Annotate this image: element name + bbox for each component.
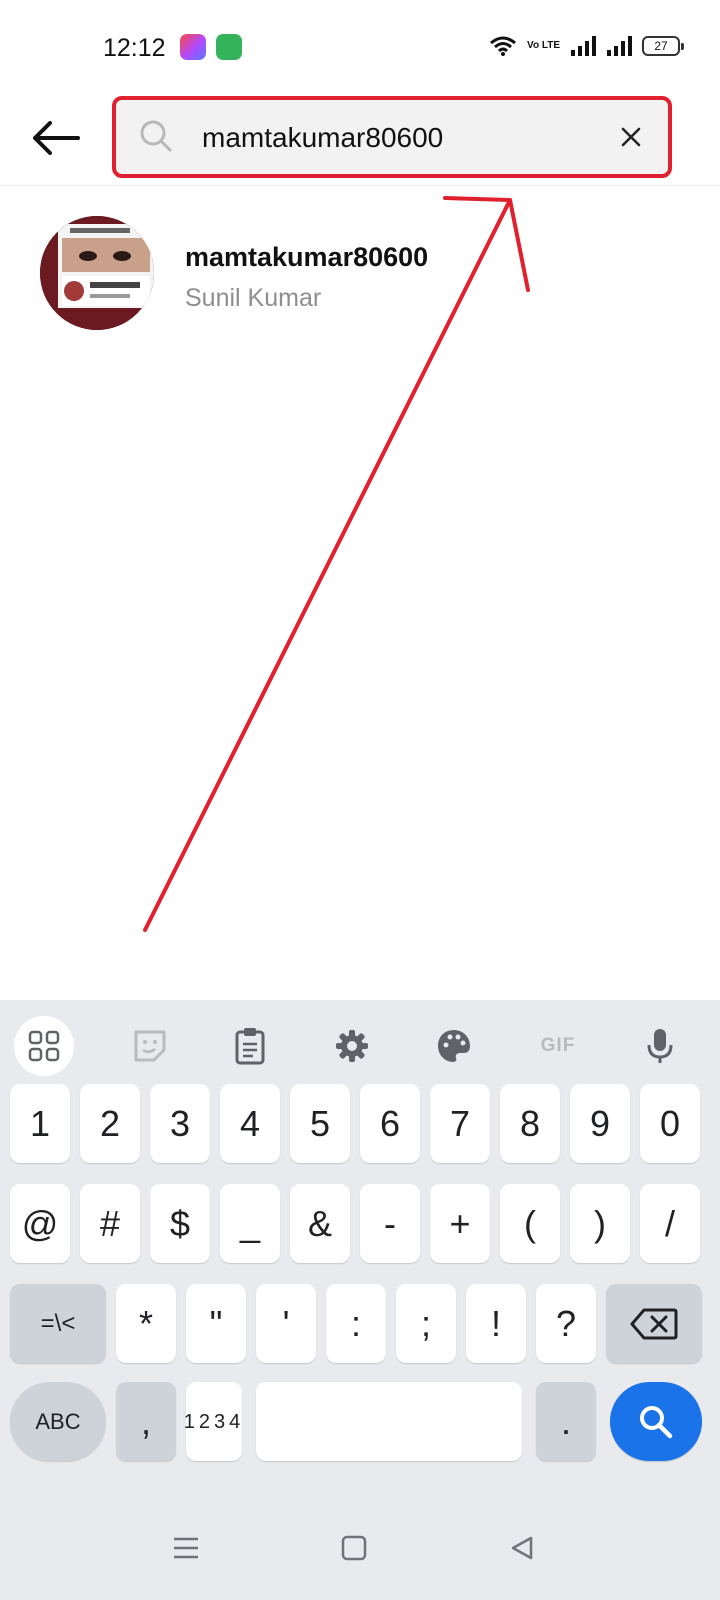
search-icon (140, 120, 172, 152)
menu-icon (174, 1537, 198, 1559)
back-button[interactable] (28, 110, 84, 166)
search-submit-key[interactable] (610, 1382, 702, 1461)
search-icon (640, 1405, 673, 1438)
space-key[interactable] (256, 1382, 522, 1461)
key-4[interactable]: 4 (220, 1084, 280, 1163)
back-arrow-icon (33, 121, 80, 155)
search-input[interactable]: mamtakumar80600 (112, 96, 672, 178)
close-icon (621, 127, 641, 147)
sticker-button[interactable] (120, 1016, 180, 1076)
back-nav-button[interactable] (502, 1528, 542, 1568)
key-close-paren[interactable]: ) (570, 1184, 630, 1263)
back-icon (511, 1536, 533, 1560)
clipboard-icon (235, 1028, 265, 1065)
key-dollar[interactable]: $ (150, 1184, 210, 1263)
clear-search-button[interactable] (614, 120, 648, 154)
palette-icon (438, 1030, 470, 1062)
voice-input-button[interactable] (630, 1016, 690, 1076)
key-double-quote[interactable]: " (186, 1284, 246, 1363)
recent-apps-button[interactable] (166, 1528, 206, 1568)
key-asterisk[interactable]: * (116, 1284, 176, 1363)
home-button[interactable] (334, 1528, 374, 1568)
key-exclamation[interactable]: ! (466, 1284, 526, 1363)
search-result-item[interactable]: mamtakumar80600 Sunil Kumar (0, 206, 720, 330)
signal-icon-2 (607, 36, 632, 56)
settings-button[interactable] (322, 1016, 382, 1076)
profile-picture (40, 216, 154, 330)
key-7[interactable]: 7 (430, 1084, 490, 1163)
key-open-paren[interactable]: ( (500, 1184, 560, 1263)
numpad-label-bottom: 34 (214, 1410, 245, 1433)
theme-button[interactable] (424, 1016, 484, 1076)
microphone-icon (647, 1029, 673, 1063)
search-query-text[interactable]: mamtakumar80600 (202, 122, 443, 154)
app-notification-icon (180, 34, 206, 60)
key-hash[interactable]: # (80, 1184, 140, 1263)
battery-indicator: 27 (642, 36, 684, 56)
sticker-icon (134, 1030, 166, 1062)
gif-label: GIF (540, 1035, 576, 1056)
backspace-icon (630, 1308, 678, 1339)
status-bar: 12:12 Vo LTE 27 (0, 0, 720, 90)
key-semicolon[interactable]: ; (396, 1284, 456, 1363)
store-notification-icon (216, 34, 242, 60)
key-5[interactable]: 5 (290, 1084, 350, 1163)
wifi-icon (490, 36, 516, 56)
key-colon[interactable]: : (326, 1284, 386, 1363)
numpad-label: 12 34 (184, 1411, 245, 1433)
keyboard-toolbar: GIF (0, 1000, 720, 1090)
key-2[interactable]: 2 (80, 1084, 140, 1163)
system-navigation-bar (0, 1500, 720, 1600)
abc-key[interactable]: ABC (10, 1382, 106, 1461)
key-minus[interactable]: - (360, 1184, 420, 1263)
apps-button[interactable] (14, 1016, 74, 1076)
key-3[interactable]: 3 (150, 1084, 210, 1163)
key-at[interactable]: @ (10, 1184, 70, 1263)
gif-button[interactable]: GIF (528, 1016, 588, 1076)
result-username[interactable]: mamtakumar80600 (185, 242, 428, 273)
result-full-name: Sunil Kumar (185, 284, 322, 312)
status-icons: Vo LTE 27 (489, 36, 684, 56)
numpad-label-top: 12 (183, 1410, 214, 1433)
gear-icon (336, 1030, 368, 1062)
key-6[interactable]: 6 (360, 1084, 420, 1163)
status-time: 12:12 (103, 34, 166, 62)
search-header: mamtakumar80600 (0, 90, 720, 186)
key-0[interactable]: 0 (640, 1084, 700, 1163)
home-icon (341, 1535, 367, 1561)
key-1[interactable]: 1 (10, 1084, 70, 1163)
key-8[interactable]: 8 (500, 1084, 560, 1163)
signal-icon (571, 36, 596, 56)
backspace-key[interactable] (606, 1284, 702, 1363)
avatar[interactable] (40, 216, 154, 330)
key-question[interactable]: ? (536, 1284, 596, 1363)
apps-icon (28, 1030, 60, 1062)
key-ampersand[interactable]: & (290, 1184, 350, 1263)
volte-label: Vo LTE (527, 40, 560, 51)
key-plus[interactable]: + (430, 1184, 490, 1263)
key-single-quote[interactable]: ' (256, 1284, 316, 1363)
clipboard-button[interactable] (220, 1016, 280, 1076)
key-slash[interactable]: / (640, 1184, 700, 1263)
numpad-key[interactable]: 12 34 (184, 1382, 245, 1461)
key-9[interactable]: 9 (570, 1084, 630, 1163)
key-comma[interactable]: , (116, 1382, 176, 1461)
key-more-symbols[interactable]: =\< (10, 1284, 106, 1363)
key-underscore[interactable]: _ (220, 1184, 280, 1263)
key-period[interactable]: . (536, 1382, 596, 1461)
